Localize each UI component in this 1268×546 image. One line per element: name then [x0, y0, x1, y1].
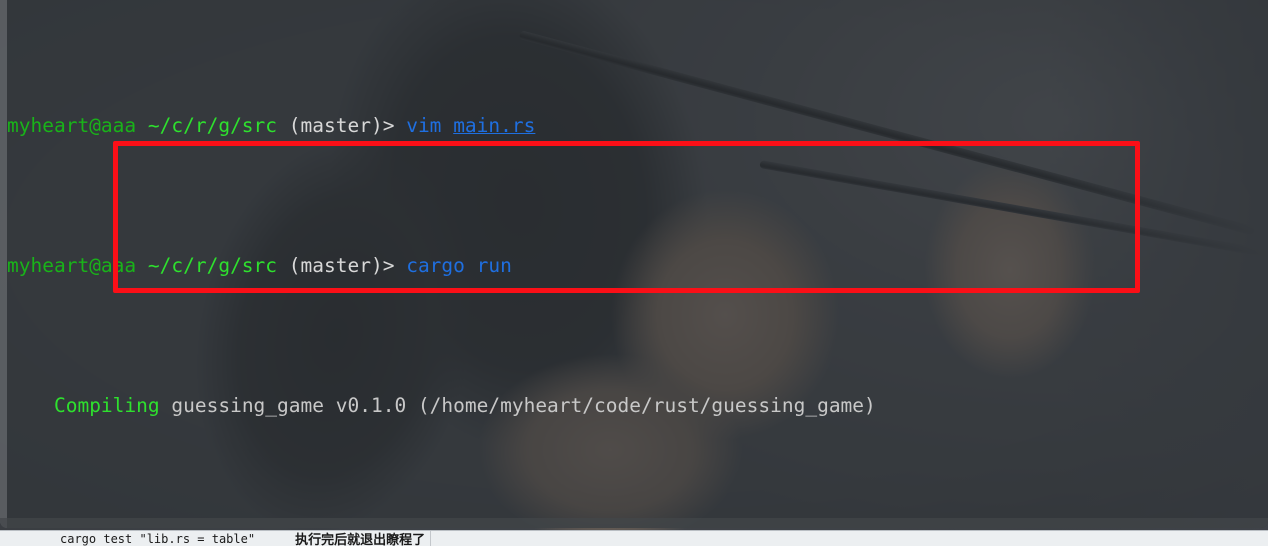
- desktop: cargo test "lib.rs = table" 执行完后就退出瞭程了 m…: [0, 0, 1268, 546]
- background-window-strip[interactable]: cargo test "lib.rs = table" 执行完后就退出瞭程了: [0, 530, 1268, 546]
- command-cargo: cargo: [406, 254, 465, 277]
- terminal-window[interactable]: myheart@aaa ~/c/r/g/src (master)> vim ma…: [0, 0, 1268, 528]
- terminal-line-prompt-cargo: myheart@aaa ~/c/r/g/src (master)> cargo …: [7, 252, 1268, 280]
- terminal-bottom-edge: [0, 518, 1268, 528]
- prompt-user-host-2: myheart@aaa: [7, 254, 137, 277]
- prompt-branch-2: (master): [288, 254, 383, 277]
- prompt-path: ~/c/r/g/src: [147, 114, 278, 137]
- background-window-mono-text: cargo test "lib.rs = table": [60, 532, 256, 546]
- sp: [136, 254, 148, 277]
- terminal-output[interactable]: myheart@aaa ~/c/r/g/src (master)> vim ma…: [0, 0, 1268, 528]
- command-vim-arg: main.rs: [453, 114, 536, 137]
- prompt-space-1: [136, 114, 148, 137]
- sp: [394, 254, 406, 277]
- command-cargo-arg: run: [476, 254, 512, 277]
- sp: [465, 254, 477, 277]
- prompt-symbol-1: >: [382, 114, 395, 137]
- prompt-branch: (master): [288, 114, 383, 137]
- prompt-space-3: [394, 114, 406, 137]
- background-window-cjk-text: 执行完后就退出瞭程了: [295, 532, 426, 546]
- compiling-package: guessing_game v0.1.0 (/home/myheart/code…: [159, 394, 876, 417]
- terminal-line-prompt-vim: myheart@aaa ~/c/r/g/src (master)> vim ma…: [7, 112, 1268, 140]
- sp: [277, 254, 289, 277]
- compiling-label: Compiling: [53, 394, 160, 417]
- prompt-user-host: myheart@aaa: [7, 114, 137, 137]
- prompt-space-2: [277, 114, 289, 137]
- command-vim: vim: [406, 114, 442, 137]
- prompt-symbol-2: >: [382, 254, 395, 277]
- prompt-space-4: [441, 114, 453, 137]
- terminal-line-compiling: Compiling guessing_game v0.1.0 (/home/my…: [7, 392, 1268, 420]
- background-window-divider: [430, 531, 431, 546]
- prompt-path-2: ~/c/r/g/src: [147, 254, 278, 277]
